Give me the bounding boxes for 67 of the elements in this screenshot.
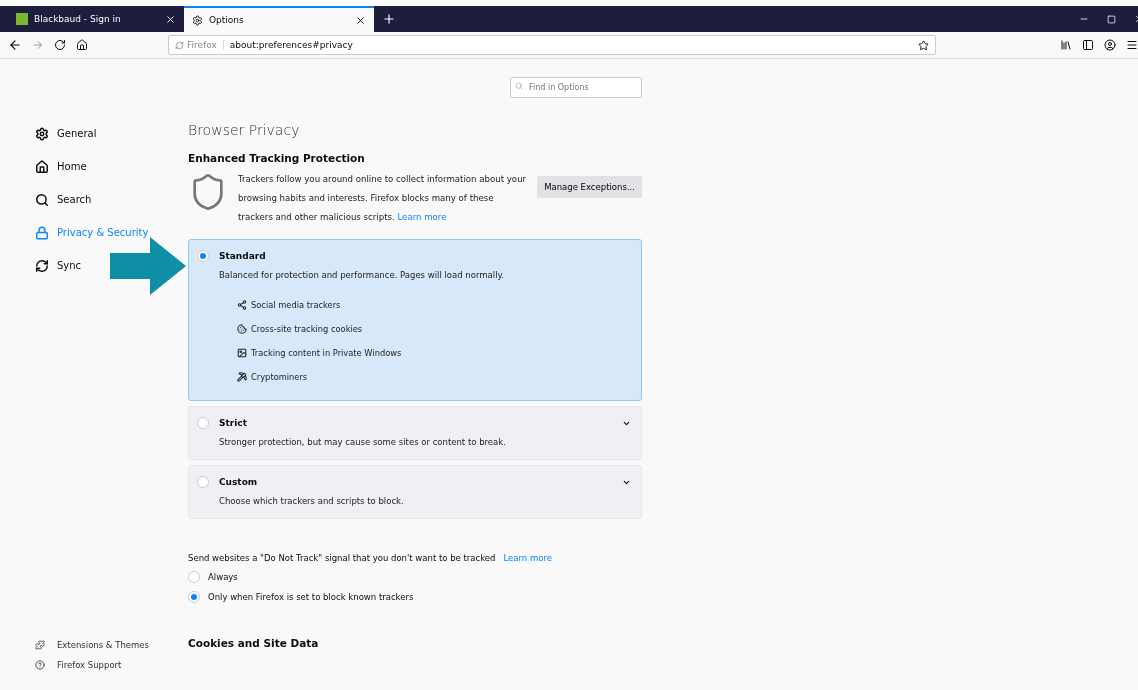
dnt-label: Send websites a "Do Not Track" signal that you don't want to be tracked — [188, 553, 496, 563]
radio-button[interactable] — [188, 591, 200, 603]
description-text: Trackers follow you around online to collect information about your browsing habits and interests. Firefox blocks many of these trackers and other malicious scripts. Learn more — [238, 173, 528, 224]
tracker-item: Cryptominers — [237, 372, 631, 382]
option-description: Stronger protection, but may cause some sites or content to break. — [218, 437, 507, 447]
page-title: Browser Privacy — [188, 122, 301, 138]
image-icon — [237, 348, 247, 358]
close-icon[interactable] — [165, 13, 176, 25]
pickaxe-icon — [237, 372, 247, 382]
back-icon[interactable] — [8, 38, 22, 52]
option-description: Balanced for protection and performance. Pages will load normally. — [218, 270, 506, 280]
maximize-icon[interactable] — [1107, 14, 1116, 24]
option-description: Choose which trackers and scripts to block. — [218, 496, 405, 506]
sidebar-link[interactable]: Firefox Support — [35, 660, 188, 670]
gear-icon — [35, 126, 49, 141]
menu-icon[interactable] — [1126, 39, 1138, 51]
radio-label: Always — [208, 572, 238, 582]
url-text: about:preferences#privacy — [229, 40, 354, 50]
sidebar-item[interactable]: Search — [35, 183, 188, 216]
reload-icon[interactable] — [54, 39, 66, 51]
radio-button[interactable] — [197, 250, 209, 262]
learn-more-link[interactable]: Learn more — [503, 553, 552, 563]
sidebar-item[interactable]: Privacy & Security — [35, 216, 188, 249]
option-title: Custom — [219, 477, 258, 487]
radio-button[interactable] — [188, 571, 200, 583]
new-tab-icon[interactable] — [382, 12, 396, 26]
protection-option-card[interactable]: Standard Balanced for protection and performance. Pages will load normally. Social media trackers Cross-site tracking cookies Tracking content in Private Windows Cryptominers — [188, 239, 642, 401]
home-icon — [35, 159, 49, 174]
site-icon — [16, 13, 28, 25]
account-icon[interactable] — [1104, 39, 1116, 51]
option-title: Standard — [219, 251, 266, 261]
tracker-item: Tracking content in Private Windows — [237, 348, 631, 358]
section-heading: Enhanced Tracking Protection — [188, 152, 366, 164]
sidebar-icon[interactable] — [1082, 39, 1094, 51]
search-icon — [35, 192, 49, 207]
lock-icon — [35, 225, 49, 240]
sync-icon — [35, 258, 49, 273]
browser-tab[interactable]: Blackbaud - Sign in — [8, 6, 184, 32]
section-heading: Cookies and Site Data — [188, 637, 320, 649]
option-title: Strict — [219, 418, 247, 428]
protection-option-card[interactable]: Strict Stronger protection, but may cause some sites or content to break. — [188, 406, 642, 460]
tracker-item: Social media trackers — [237, 300, 631, 310]
search-field[interactable]: Find in Options — [510, 77, 642, 98]
close-icon[interactable] — [355, 14, 366, 26]
share-icon — [237, 300, 247, 310]
gear-icon — [192, 14, 203, 26]
library-icon[interactable] — [1060, 39, 1072, 51]
protection-option-card[interactable]: Custom Choose which trackers and scripts to block. — [188, 465, 642, 519]
cookie-icon — [237, 324, 247, 334]
radio-button[interactable] — [197, 476, 209, 488]
manage-exceptions-button[interactable]: Manage Exceptions... — [537, 176, 642, 198]
identity-label: Firefox — [187, 40, 217, 50]
puzzle-icon — [35, 640, 45, 650]
sidebar-item[interactable]: Sync — [35, 249, 188, 282]
learn-more-link[interactable]: Learn more — [397, 212, 447, 222]
browser-tab[interactable]: Options — [184, 6, 374, 32]
radio-label: Only when Firefox is set to block known trackers — [208, 592, 414, 602]
sidebar-link[interactable]: Extensions & Themes — [35, 640, 188, 650]
browser-logo-icon — [175, 40, 184, 50]
tracker-item: Cross-site tracking cookies — [237, 324, 631, 334]
help-icon — [35, 660, 45, 670]
star-icon[interactable] — [918, 39, 929, 51]
sidebar-item[interactable]: Home — [35, 150, 188, 183]
radio-button[interactable] — [197, 417, 209, 429]
home-icon[interactable] — [76, 39, 88, 51]
address-bar[interactable]: Firefox about:preferences#privacy — [168, 35, 936, 55]
sidebar-item[interactable]: General — [35, 117, 188, 150]
